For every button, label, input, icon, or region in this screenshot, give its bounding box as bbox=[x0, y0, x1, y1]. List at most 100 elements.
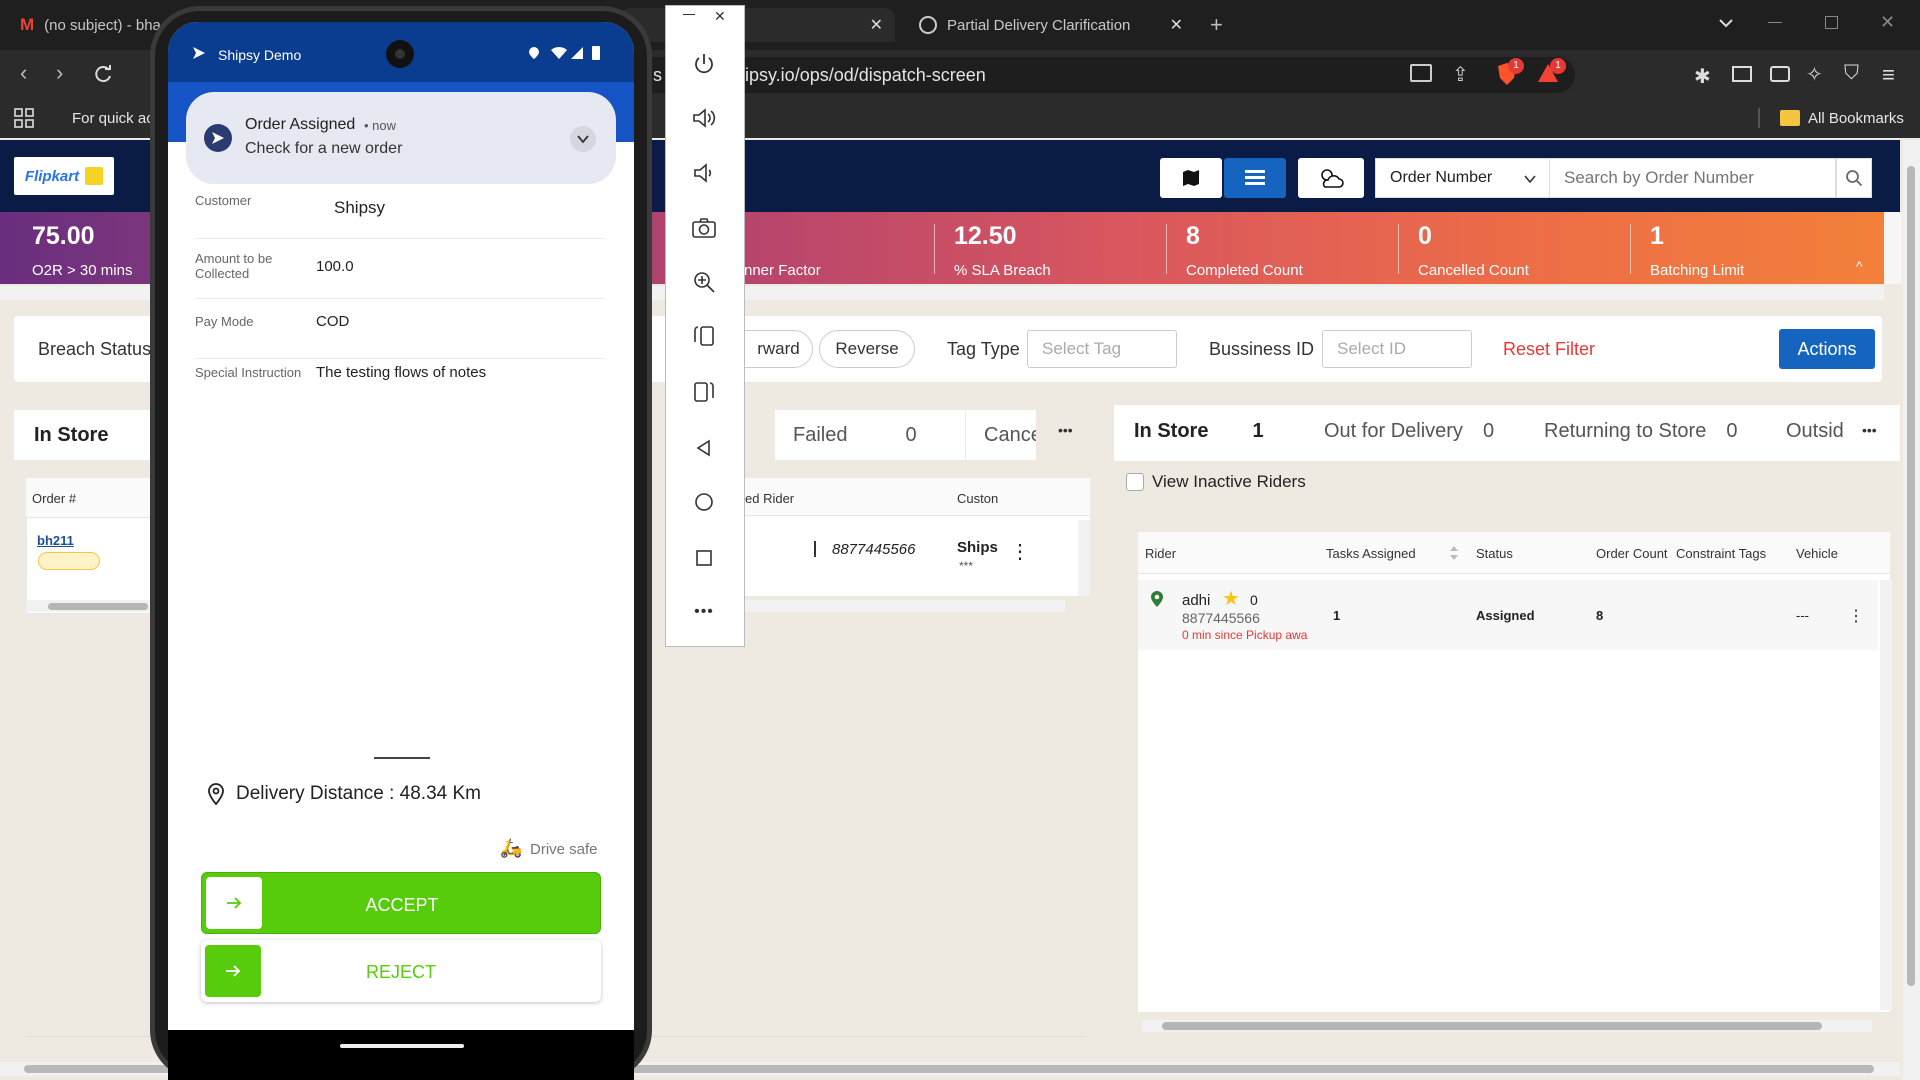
volume-down-button[interactable] bbox=[684, 155, 724, 191]
share-icon[interactable]: ⇪ bbox=[1452, 62, 1469, 87]
back-icon[interactable]: ‹ bbox=[20, 60, 27, 86]
stat-batching-limit: 1 Batching Limit bbox=[1630, 212, 1860, 284]
drive-safe-text: Drive safe bbox=[530, 841, 598, 858]
screenshot-button[interactable] bbox=[684, 210, 724, 246]
tab-cancelled[interactable]: Cance bbox=[966, 410, 1036, 460]
tab-in-store[interactable]: In Store bbox=[34, 424, 108, 447]
brand-logo[interactable]: Flipkart bbox=[14, 157, 114, 195]
sidebar-icon[interactable] bbox=[1732, 66, 1752, 82]
expand-notification-button[interactable] bbox=[570, 126, 596, 152]
phone-separator bbox=[814, 541, 816, 557]
back-triangle-icon bbox=[696, 439, 710, 457]
apps-grid-icon[interactable] bbox=[14, 108, 34, 128]
weather-button[interactable] bbox=[1298, 158, 1364, 198]
vpn-shield-icon[interactable]: ⛉ bbox=[1844, 62, 1859, 85]
tab-search-chevron-icon[interactable] bbox=[1717, 14, 1735, 32]
special-instruction-value: The testing flows of notes bbox=[316, 364, 487, 381]
overview-square-icon bbox=[696, 550, 712, 566]
stats-scrollbar[interactable] bbox=[1884, 212, 1902, 284]
home-circle-icon bbox=[695, 493, 713, 511]
sort-icon[interactable] bbox=[1449, 545, 1459, 561]
back-button[interactable] bbox=[684, 430, 724, 466]
reverse-toggle[interactable]: Reverse bbox=[819, 330, 915, 368]
breach-status-filter[interactable]: Breach Status bbox=[38, 339, 151, 360]
reset-filter-link[interactable]: Reset Filter bbox=[1503, 339, 1595, 360]
rotate-right-button[interactable] bbox=[684, 374, 724, 410]
riders-more-icon[interactable]: ••• bbox=[1862, 422, 1877, 438]
actions-button[interactable]: Actions bbox=[1779, 329, 1875, 369]
zoom-button[interactable] bbox=[684, 264, 724, 300]
tag-type-select[interactable]: Select Tag bbox=[1027, 330, 1177, 368]
volume-up-button[interactable] bbox=[684, 100, 724, 136]
menu-icon[interactable]: ≡ bbox=[1882, 62, 1895, 88]
search-icon bbox=[1846, 170, 1863, 187]
rider-tab-outside[interactable]: Outsid bbox=[1768, 406, 1844, 456]
power-button[interactable] bbox=[684, 46, 724, 82]
wallet-icon[interactable] bbox=[1770, 66, 1790, 82]
rotate-left-button[interactable] bbox=[684, 318, 724, 354]
emulator-minimize-icon[interactable] bbox=[683, 14, 695, 15]
more-options-icon[interactable]: ••• bbox=[684, 594, 724, 630]
close-tab-icon[interactable]: ✕ bbox=[1170, 15, 1183, 35]
cast-icon[interactable] bbox=[1410, 64, 1432, 82]
reload-icon[interactable] bbox=[92, 64, 114, 86]
stat-runner-factor: nner Factor bbox=[744, 262, 821, 279]
customer-name: Ships bbox=[957, 539, 998, 556]
search-button[interactable] bbox=[1836, 158, 1872, 198]
map-view-button[interactable] bbox=[1160, 158, 1222, 198]
star-icon: ★ bbox=[1222, 588, 1240, 610]
page-scrollbar[interactable] bbox=[1903, 140, 1920, 1080]
rider-tab-in-store[interactable]: In Store 1 bbox=[1116, 406, 1300, 456]
brave-badge: 1 bbox=[1508, 58, 1524, 74]
middle-outer-vscroll[interactable] bbox=[1092, 478, 1104, 1030]
rider-tab-out-for-delivery[interactable]: Out for Delivery 0 bbox=[1306, 406, 1520, 456]
browser-tab-active[interactable]: n ✕ bbox=[620, 8, 895, 42]
riders-vscroll[interactable] bbox=[1880, 580, 1892, 1010]
minimize-window-icon[interactable] bbox=[1768, 22, 1782, 23]
reject-button[interactable]: REJECT bbox=[201, 940, 601, 1002]
close-window-icon[interactable]: ✕ bbox=[1880, 12, 1895, 33]
tab-failed[interactable]: Failed 0 bbox=[775, 410, 965, 460]
rider-since-pickup: 0 min since Pickup awa bbox=[1182, 628, 1308, 642]
middle-vscroll[interactable] bbox=[1078, 520, 1090, 596]
volume-up-icon bbox=[693, 108, 716, 128]
collapse-stats-icon[interactable]: ^ bbox=[1856, 258, 1863, 274]
notification-card[interactable] bbox=[186, 92, 616, 184]
forward-toggle[interactable]: rward bbox=[745, 330, 813, 368]
browser-tab-gmail[interactable]: M (no subject) - bha bbox=[6, 8, 176, 42]
order-id-link[interactable]: bh211 bbox=[37, 533, 74, 548]
riders-hscroll[interactable] bbox=[1142, 1020, 1872, 1032]
scooter-icon: 🛵 bbox=[500, 838, 523, 858]
weather-icon bbox=[1321, 169, 1344, 188]
rider-kebab-menu-icon[interactable]: ⋮ bbox=[1848, 606, 1864, 626]
extensions-icon[interactable]: ✱ bbox=[1694, 64, 1711, 89]
emulator-close-icon[interactable]: ✕ bbox=[714, 8, 726, 25]
middle-more-icon[interactable]: ••• bbox=[1058, 422, 1073, 438]
overview-button[interactable] bbox=[684, 540, 724, 576]
accept-button[interactable]: ACCEPT bbox=[201, 872, 601, 934]
stat-cancelled: 0 Cancelled Count bbox=[1398, 212, 1628, 284]
list-view-button[interactable] bbox=[1224, 158, 1286, 198]
notification-title: Order Assigned bbox=[245, 116, 356, 133]
search-input[interactable] bbox=[1550, 158, 1836, 198]
close-tab-icon[interactable]: ✕ bbox=[870, 15, 883, 35]
view-inactive-checkbox[interactable] bbox=[1126, 473, 1144, 491]
restore-window-icon[interactable] bbox=[1825, 16, 1838, 29]
middle-hscroll[interactable] bbox=[745, 600, 1065, 612]
browser-tab-partial-delivery[interactable]: Partial Delivery Clarification ✕ bbox=[905, 8, 1195, 42]
drag-handle[interactable] bbox=[374, 757, 430, 759]
all-bookmarks[interactable]: All Bookmarks bbox=[1808, 110, 1904, 127]
orders-hscroll[interactable] bbox=[26, 600, 154, 612]
leo-ai-icon[interactable]: ✧ bbox=[1806, 62, 1823, 87]
row-kebab-menu-icon[interactable]: ⋮ bbox=[1010, 542, 1030, 562]
rider-tasks-assigned: 1 bbox=[1333, 608, 1341, 623]
order-tag-badge bbox=[38, 552, 100, 570]
new-tab-icon[interactable]: + bbox=[1210, 12, 1223, 38]
gesture-bar[interactable] bbox=[340, 1044, 464, 1048]
view-inactive-label: View Inactive Riders bbox=[1152, 472, 1306, 491]
home-button[interactable] bbox=[684, 484, 724, 520]
forward-icon[interactable]: › bbox=[56, 60, 63, 86]
rider-tab-returning[interactable]: Returning to Store 0 bbox=[1526, 406, 1762, 456]
search-type-select[interactable]: Order Number bbox=[1375, 158, 1550, 198]
business-id-select[interactable]: Select ID bbox=[1322, 330, 1472, 368]
